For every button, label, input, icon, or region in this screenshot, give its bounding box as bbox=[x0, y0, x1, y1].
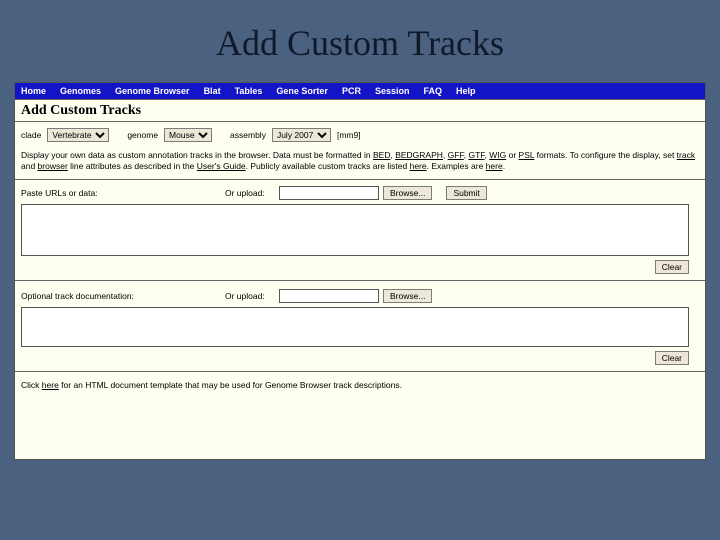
link-examples[interactable]: here bbox=[486, 161, 503, 171]
upload-file-input-2[interactable] bbox=[279, 289, 379, 303]
doc-row: Optional track documentation: Or upload:… bbox=[15, 283, 705, 307]
link-bedgraph[interactable]: BEDGRAPH bbox=[395, 150, 443, 160]
paste-label: Paste URLs or data: bbox=[21, 188, 221, 198]
app-panel: Home Genomes Genome Browser Blat Tables … bbox=[14, 82, 706, 460]
paste-data-row: Paste URLs or data: Or upload: Browse...… bbox=[15, 180, 705, 204]
or-upload-label-1: Or upload: bbox=[225, 188, 275, 198]
nav-tables[interactable]: Tables bbox=[235, 86, 263, 96]
link-template[interactable]: here bbox=[42, 380, 59, 390]
clear-button-1[interactable]: Clear bbox=[655, 260, 689, 274]
link-wig[interactable]: WIG bbox=[489, 150, 506, 160]
nav-pcr[interactable]: PCR bbox=[342, 86, 361, 96]
nav-session[interactable]: Session bbox=[375, 86, 410, 96]
link-track[interactable]: track bbox=[677, 150, 695, 160]
nav-help[interactable]: Help bbox=[456, 86, 476, 96]
assembly-id: [mm9] bbox=[337, 130, 361, 140]
footer-note: Click here for an HTML document template… bbox=[15, 374, 705, 396]
browse-button-2[interactable]: Browse... bbox=[383, 289, 432, 303]
page-heading: Add Custom Tracks bbox=[15, 99, 705, 122]
nav-blat[interactable]: Blat bbox=[204, 86, 221, 96]
slide-title: Add Custom Tracks bbox=[0, 0, 720, 82]
paste-data-textarea[interactable] bbox=[21, 204, 689, 256]
upload-file-input-1[interactable] bbox=[279, 186, 379, 200]
genome-label: genome bbox=[127, 130, 158, 140]
nav-genomes[interactable]: Genomes bbox=[60, 86, 101, 96]
link-public-tracks[interactable]: here bbox=[410, 161, 427, 171]
clear-button-2[interactable]: Clear bbox=[655, 351, 689, 365]
link-gff[interactable]: GFF bbox=[448, 150, 464, 160]
link-gtf[interactable]: GTF bbox=[468, 150, 484, 160]
top-nav: Home Genomes Genome Browser Blat Tables … bbox=[15, 83, 705, 99]
link-bed[interactable]: BED bbox=[373, 150, 390, 160]
genome-select[interactable]: Mouse bbox=[164, 128, 212, 142]
submit-button[interactable]: Submit bbox=[446, 186, 486, 200]
assembly-selectors: clade Vertebrate genome Mouse assembly J… bbox=[15, 122, 705, 146]
link-psl[interactable]: PSL bbox=[519, 150, 535, 160]
nav-genome-browser[interactable]: Genome Browser bbox=[115, 86, 190, 96]
nav-gene-sorter[interactable]: Gene Sorter bbox=[276, 86, 328, 96]
or-upload-label-2: Or upload: bbox=[225, 291, 275, 301]
clade-label: clade bbox=[21, 130, 41, 140]
nav-home[interactable]: Home bbox=[21, 86, 46, 96]
browse-button-1[interactable]: Browse... bbox=[383, 186, 432, 200]
link-users-guide[interactable]: User's Guide bbox=[197, 161, 246, 171]
doc-textarea[interactable] bbox=[21, 307, 689, 347]
nav-faq[interactable]: FAQ bbox=[423, 86, 442, 96]
doc-label: Optional track documentation: bbox=[21, 291, 221, 301]
description-text: Display your own data as custom annotati… bbox=[15, 146, 705, 180]
clade-select[interactable]: Vertebrate bbox=[47, 128, 109, 142]
assembly-select[interactable]: July 2007 bbox=[272, 128, 331, 142]
assembly-label: assembly bbox=[230, 130, 266, 140]
link-browser[interactable]: browser bbox=[38, 161, 68, 171]
